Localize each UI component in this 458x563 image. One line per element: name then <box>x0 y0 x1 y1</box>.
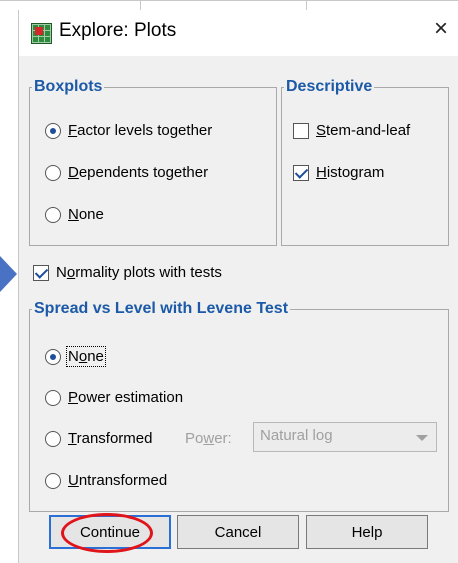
radio-button[interactable] <box>45 472 61 489</box>
checkbox-histogram[interactable]: Histogram <box>293 164 384 181</box>
spread-legend: Spread vs Level with Levene Test <box>34 300 289 317</box>
option-label: Dependents together <box>68 164 209 181</box>
descriptive-legend: Descriptive <box>286 78 373 95</box>
option-label: Histogram <box>316 164 385 181</box>
radio-power-estimation[interactable]: Power estimation <box>45 389 183 406</box>
descriptive-group: Descriptive <box>281 78 449 246</box>
radio-factor-levels-together[interactable]: Factor levels together <box>45 122 212 139</box>
explore-plots-dialog: Explore: Plots × Boxplots Factor levels … <box>18 10 458 563</box>
chevron-down-icon <box>416 435 428 441</box>
option-label: Untransformed <box>68 472 168 489</box>
highlight-circle-annotation <box>61 513 153 553</box>
radio-transformed[interactable]: Transformed <box>45 430 152 447</box>
close-icon[interactable]: × <box>434 17 448 41</box>
title-bar: Explore: Plots × <box>19 10 458 56</box>
power-select-value: Natural log <box>260 427 333 444</box>
option-label: Power estimation <box>68 389 184 406</box>
checkbox-checked[interactable] <box>33 264 49 281</box>
power-select[interactable]: Natural log <box>253 422 437 452</box>
option-label: None <box>68 206 104 223</box>
dialog-title: Explore: Plots <box>59 20 177 41</box>
cancel-button[interactable]: Cancel <box>177 515 299 549</box>
radio-untransformed[interactable]: Untransformed <box>45 472 167 489</box>
checkbox-checked[interactable] <box>293 164 309 181</box>
checkbox[interactable] <box>293 122 309 139</box>
checkbox-normality-plots[interactable]: Normality plots with tests <box>33 264 222 281</box>
boxplots-legend: Boxplots <box>34 78 103 95</box>
radio-button[interactable] <box>45 206 61 223</box>
option-label: None <box>66 346 106 367</box>
option-label: Factor levels together <box>68 122 213 139</box>
radio-button[interactable] <box>45 164 61 181</box>
radio-button-selected[interactable] <box>45 122 61 139</box>
pointer-arrow-annotation <box>0 256 17 292</box>
option-label: Stem-and-leaf <box>316 122 411 139</box>
help-button[interactable]: Help <box>306 515 428 549</box>
radio-button[interactable] <box>45 389 61 406</box>
radio-spread-none[interactable]: None <box>45 346 106 367</box>
radio-dependents-together[interactable]: Dependents together <box>45 164 208 181</box>
radio-button-selected[interactable] <box>45 348 61 365</box>
option-label: Transformed <box>68 430 153 447</box>
checkbox-stem-and-leaf[interactable]: Stem-and-leaf <box>293 122 410 139</box>
option-label: Normality plots with tests <box>56 264 222 281</box>
radio-boxplots-none[interactable]: None <box>45 206 104 223</box>
radio-button[interactable] <box>45 430 61 447</box>
power-label: Power: <box>185 430 232 447</box>
spss-app-icon <box>31 23 52 44</box>
